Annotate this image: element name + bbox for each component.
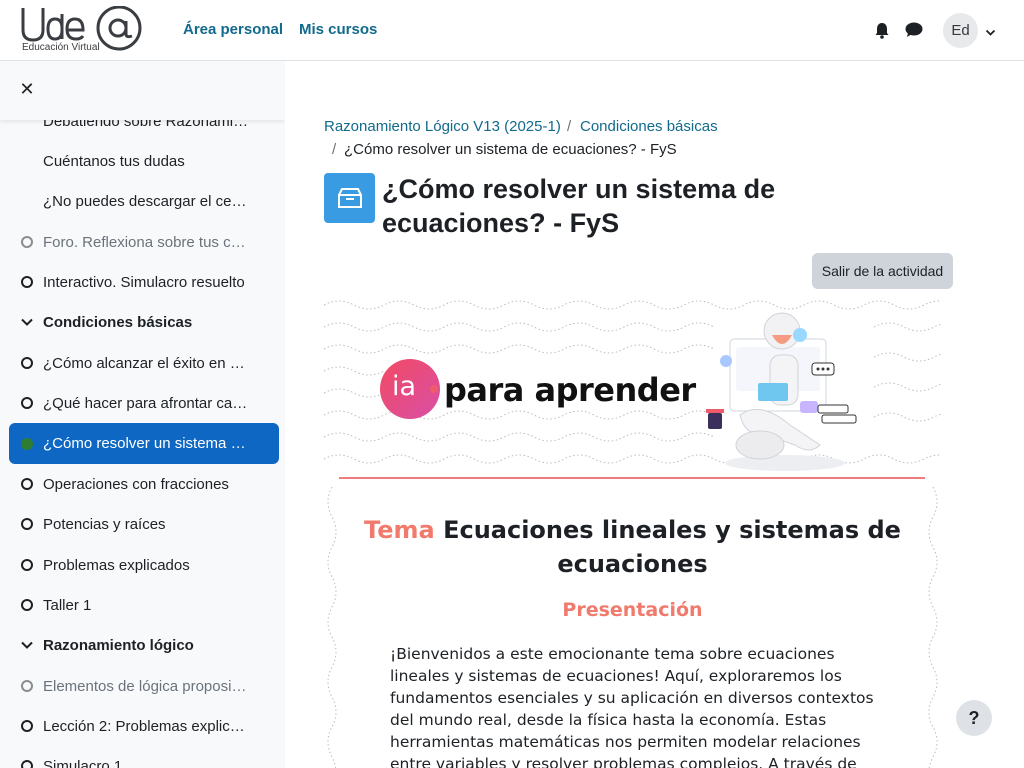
breadcrumb-separator: / xyxy=(567,118,572,135)
chevron-down-icon[interactable] xyxy=(20,638,34,652)
completion-circle-icon xyxy=(21,680,33,692)
list-item-label: Lección 2: Problemas explicados xyxy=(43,717,249,735)
completion-circle-icon xyxy=(21,357,33,369)
udea-logo[interactable]: Educación Virtual xyxy=(20,5,146,54)
list-item[interactable]: Potencias y raíces xyxy=(9,504,279,544)
list-item[interactable]: Cuéntanos tus dudas xyxy=(9,141,279,181)
list-item-label: ¿Cómo alcanzar el éxito en el estudio? xyxy=(43,354,249,372)
completion-circle-icon xyxy=(21,236,33,248)
package-icon xyxy=(337,188,362,208)
intro-paragraph: ¡Bienvenidos a este emocionante tema sob… xyxy=(390,645,874,768)
avatar[interactable]: Ed xyxy=(943,13,978,48)
list-item[interactable]: Lección 2: Problemas explicados xyxy=(9,706,279,746)
list-item-label: Simulacro 1 xyxy=(43,757,123,768)
drawer-header: ✕ xyxy=(0,61,285,120)
close-icon[interactable]: ✕ xyxy=(17,79,37,99)
logo-subtitle: Educación Virtual xyxy=(22,42,100,53)
main-region: Razonamiento Lógico V13 (2025-1) / Condi… xyxy=(285,61,1024,768)
list-item-label: Interactivo. Simulacro resuelto xyxy=(43,273,245,291)
list-item[interactable]: Simulacro 1 xyxy=(9,746,279,768)
list-item[interactable]: Operaciones con fracciones xyxy=(9,464,279,504)
scorm-content: ia para aprender Tema Ecuaciones lineale… xyxy=(324,297,941,768)
presentacion-heading: Presentación xyxy=(562,599,703,621)
section-item[interactable]: Razonamiento lógico xyxy=(9,625,279,665)
ia-label: ia xyxy=(392,371,417,402)
list-item-label: ¿No puedes descargar el certificado? xyxy=(43,192,249,210)
breadcrumb-current: ¿Cómo resolver un sistema de ecuaciones?… xyxy=(344,141,677,158)
completion-circle-icon xyxy=(21,559,33,571)
list-item[interactable]: Elementos de lógica proposicional xyxy=(9,666,279,706)
list-item[interactable]: Taller 1 xyxy=(9,585,279,625)
list-item[interactable]: Foro. Reflexiona sobre tus conocimientos xyxy=(9,222,279,262)
list-item-active[interactable]: ¿Cómo resolver un sistema de ecuaciones? xyxy=(9,423,279,464)
section-item-label: Razonamiento lógico xyxy=(43,636,194,654)
student-illustration xyxy=(706,312,857,471)
completion-circle-icon xyxy=(21,760,33,768)
completion-circle-icon xyxy=(21,478,33,490)
nav-mis-cursos[interactable]: Mis cursos xyxy=(299,21,377,38)
list-item[interactable]: Interactivo. Simulacro resuelto xyxy=(9,262,279,302)
chevron-down-icon[interactable] xyxy=(985,25,996,36)
list-item-label: Taller 1 xyxy=(43,596,92,614)
chat-icon[interactable] xyxy=(905,22,923,38)
list-item-label: ¿Qué hacer para afrontar casos? xyxy=(43,394,249,412)
list-item-label: Foro. Reflexiona sobre tus conocimientos xyxy=(43,233,249,251)
nav-area-personal[interactable]: Área personal xyxy=(183,21,283,38)
list-item[interactable]: ¿Qué hacer para afrontar casos? xyxy=(9,383,279,423)
bell-icon[interactable] xyxy=(874,22,890,39)
tema-label: Tema xyxy=(364,516,435,544)
breadcrumb-separator: / xyxy=(332,141,337,158)
completion-circle-icon xyxy=(21,599,33,611)
list-item[interactable]: ¿No puedes descargar el certificado? xyxy=(9,181,279,221)
ia-dot xyxy=(430,385,438,393)
list-item[interactable]: ¿Cómo alcanzar el éxito en el estudio? xyxy=(9,343,279,383)
tema-title: Ecuaciones lineales y sistemas de ecuaci… xyxy=(443,516,901,578)
top-navbar: Educación Virtual Área personal Mis curs… xyxy=(0,0,1024,61)
list-item-label: ¿Cómo resolver un sistema de ecuaciones? xyxy=(43,435,249,452)
banner-divider xyxy=(339,477,925,479)
list-item-label: Cuéntanos tus dudas xyxy=(43,152,185,170)
section-item-label: Condiciones básicas xyxy=(43,313,193,331)
breadcrumb-section[interactable]: Condiciones básicas xyxy=(580,118,718,135)
list-item-label: Problemas explicados xyxy=(43,556,190,574)
tema-heading: Tema Ecuaciones lineales y sistemas de e… xyxy=(324,513,941,581)
section-item[interactable]: Condiciones básicas xyxy=(9,302,279,342)
activity-icon xyxy=(324,173,375,223)
exit-activity-button[interactable]: Salir de la actividad xyxy=(812,253,953,289)
chevron-down-icon[interactable] xyxy=(20,315,34,329)
list-item-label: Potencias y raíces xyxy=(43,515,166,533)
breadcrumb-course[interactable]: Razonamiento Lógico V13 (2025-1) xyxy=(324,118,561,135)
list-item[interactable]: Problemas explicados xyxy=(9,545,279,585)
completion-circle-icon xyxy=(21,720,33,732)
help-button[interactable]: ? xyxy=(956,700,992,736)
list-item-label: Elementos de lógica proposicional xyxy=(43,677,249,695)
list-item-label: Operaciones con fracciones xyxy=(43,475,229,493)
completion-circle-icon xyxy=(21,276,33,288)
completion-dot-icon xyxy=(21,437,33,450)
completion-circle-icon xyxy=(21,518,33,530)
course-index-drawer: ✕ Debatiendo sobre Razonamiento lógico C… xyxy=(0,61,285,768)
completion-circle-icon xyxy=(21,397,33,409)
banner-title: para aprender xyxy=(444,371,696,409)
page-title: ¿Cómo resolver un sistema de ecuaciones?… xyxy=(382,174,776,238)
